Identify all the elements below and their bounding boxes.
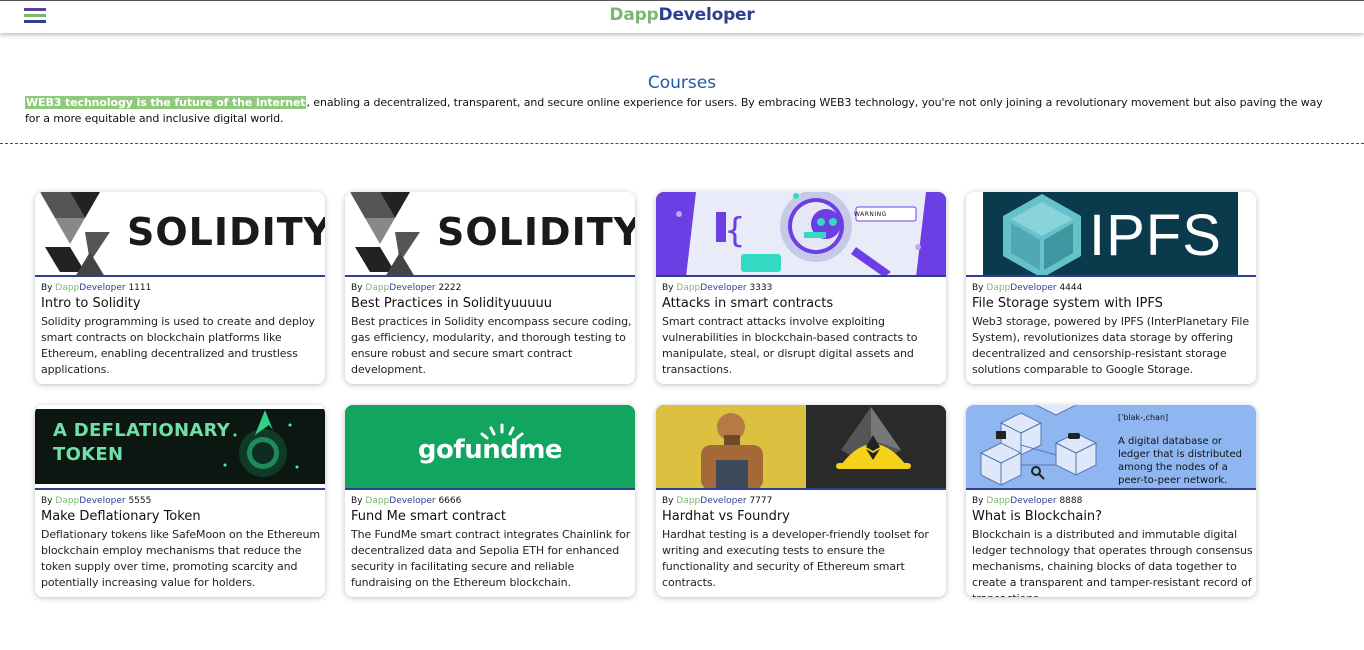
thumbnail-title-line: A DEFLATIONARY: [53, 420, 231, 441]
page-title: Courses: [647, 73, 717, 93]
course-id: 7777: [749, 496, 773, 506]
brand-part-2: Developer: [658, 5, 755, 25]
course-id: 6666: [438, 496, 462, 506]
author-name-part-1: Dapp: [55, 283, 80, 293]
intro-paragraph: WEB3 technology is the future of the int…: [25, 95, 1325, 127]
author-name-part-2: Developer: [1010, 496, 1057, 506]
course-card-4[interactable]: IPFS By DappDeveloper 4444 File Storage …: [966, 192, 1256, 384]
author-prefix: By: [41, 283, 53, 293]
thumbnail-title: gofundme: [417, 435, 563, 465]
course-title: Make Deflationary Token: [41, 509, 201, 524]
author-name-part-1: Dapp: [986, 283, 1011, 293]
author-name-part-2: Developer: [79, 496, 126, 506]
thumbnail-title: IPFS: [1089, 203, 1222, 268]
author-prefix: By: [972, 496, 984, 506]
course-description: Smart contract attacks involve exploitin…: [662, 315, 918, 376]
author-name-part-2: Developer: [389, 283, 436, 293]
course-title: Attacks in smart contracts: [662, 296, 834, 311]
course-description: Hardhat testing is a developer-friendly …: [662, 528, 929, 589]
course-author: By DappDeveloper 1111: [41, 283, 151, 293]
course-thumbnail: SOLIDITY: [35, 192, 325, 277]
course-author: By DappDeveloper 3333: [662, 283, 772, 293]
course-id: 3333: [749, 283, 773, 293]
course-id: 8888: [1059, 496, 1083, 506]
author-name-part-2: Developer: [700, 283, 747, 293]
author-name-part-2: Developer: [1010, 283, 1057, 293]
course-author: By DappDeveloper 7777: [662, 496, 772, 506]
author-name-part-1: Dapp: [986, 496, 1011, 506]
thumbnail-title: SOLIDITY: [437, 210, 635, 254]
course-id: 4444: [1059, 283, 1083, 293]
course-thumbnail: IPFS: [966, 192, 1256, 277]
author-prefix: By: [41, 496, 53, 506]
course-card-5[interactable]: A DEFLATIONARY TOKEN By DappDeveloper 555…: [35, 405, 325, 597]
author-name-part-1: Dapp: [365, 496, 390, 506]
course-id: 1111: [128, 283, 152, 293]
author-name-part-2: Developer: [700, 496, 747, 506]
course-card-8[interactable]: ['blak-,chan] A digital database or ledg…: [966, 405, 1256, 597]
course-thumbnail: SOLIDITY: [345, 192, 635, 277]
skull-warning-icon: {: [656, 192, 946, 275]
course-title: Intro to Solidity: [41, 296, 141, 311]
course-title: What is Blockchain?: [972, 509, 1103, 524]
course-card-2[interactable]: SOLIDITY By DappDeveloper 2222 Best Prac…: [345, 192, 635, 384]
thumbnail-title-line: TOKEN: [53, 444, 124, 465]
course-card-1[interactable]: SOLIDITY By DappDeveloper 1111 Intro to …: [35, 192, 325, 384]
course-author: By DappDeveloper 6666: [351, 496, 461, 506]
course-thumbnail: { WARNING: [656, 192, 946, 277]
author-name-part-1: Dapp: [55, 496, 80, 506]
course-id: 5555: [128, 496, 152, 506]
author-name-part-2: Developer: [389, 496, 436, 506]
author-prefix: By: [351, 283, 363, 293]
author-prefix: By: [972, 283, 984, 293]
course-thumbnail: A DEFLATIONARY TOKEN: [35, 405, 325, 490]
intro-highlight: WEB3 technology is the future of the int…: [25, 96, 307, 109]
thumbnail-title: SOLIDITY: [127, 210, 325, 254]
course-card-6[interactable]: gofundme By DappDeveloper 6666 Fund Me s…: [345, 405, 635, 597]
author-name-part-1: Dapp: [676, 283, 701, 293]
course-author: By DappDeveloper 4444: [972, 283, 1082, 293]
course-id: 2222: [438, 283, 462, 293]
thumbnail-title: A DEFLATIONARY TOKEN: [53, 419, 230, 467]
author-prefix: By: [662, 496, 674, 506]
brand-logo[interactable]: DappDeveloper: [0, 5, 1364, 25]
course-title: Fund Me smart contract: [351, 509, 506, 524]
author-prefix: By: [351, 496, 363, 506]
section-divider: [0, 143, 1364, 144]
course-description: Deflationary tokens like SafeMoon on the…: [41, 528, 320, 589]
brand-part-1: Dapp: [609, 5, 659, 25]
course-card-3[interactable]: { WARNING By DappDeveloper 3333 Attacks …: [656, 192, 946, 384]
course-description: Best practices in Solidity encompass sec…: [351, 315, 632, 376]
course-card-7[interactable]: By DappDeveloper 7777 Hardhat vs Foundry…: [656, 405, 946, 597]
author-name-part-1: Dapp: [676, 496, 701, 506]
top-navbar: DappDeveloper: [0, 0, 1364, 33]
author-name-part-2: Developer: [79, 283, 126, 293]
course-author: By DappDeveloper 8888: [972, 496, 1082, 506]
course-title: File Storage system with IPFS: [972, 296, 1163, 311]
course-title: Best Practices in Solidityuuuuu: [351, 296, 553, 311]
thumbnail-warning-label: WARNING: [854, 211, 887, 218]
author-name-part-1: Dapp: [365, 283, 390, 293]
course-description: Web3 storage, powered by IPFS (InterPlan…: [972, 315, 1250, 376]
thumbnail-phonetic: ['blak-,chan]: [1118, 413, 1169, 422]
course-description: Solidity programming is used to create a…: [41, 315, 315, 376]
svg-text:{: {: [724, 211, 746, 251]
course-thumbnail: gofundme: [345, 405, 635, 490]
course-thumbnail: ['blak-,chan] A digital database or ledg…: [966, 405, 1256, 490]
author-prefix: By: [662, 283, 674, 293]
course-description: The FundMe smart contract integrates Cha…: [351, 528, 631, 589]
course-title: Hardhat vs Foundry: [662, 509, 790, 524]
course-description: Blockchain is a distributed and immutabl…: [972, 528, 1253, 597]
hardhat-vs-foundry-icon: [656, 405, 946, 488]
thumbnail-definition: A digital database or ledger that is dis…: [1118, 436, 1242, 486]
course-author: By DappDeveloper 5555: [41, 496, 151, 506]
course-thumbnail: [656, 405, 946, 490]
course-author: By DappDeveloper 2222: [351, 283, 461, 293]
